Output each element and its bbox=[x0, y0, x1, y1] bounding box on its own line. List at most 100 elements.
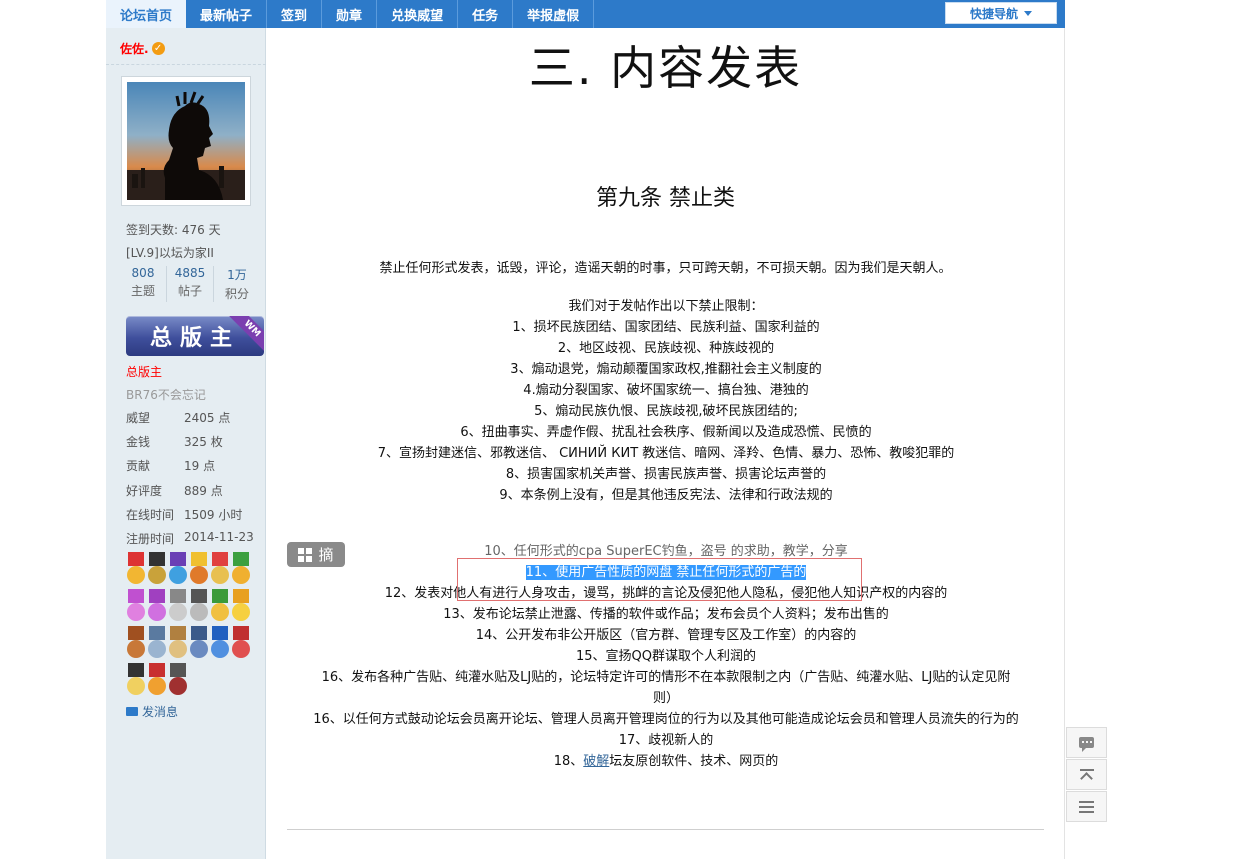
medal-icon[interactable] bbox=[210, 626, 230, 662]
stat-posts-value: 4885 bbox=[174, 266, 206, 280]
medal-icon[interactable] bbox=[126, 589, 146, 625]
rule-item: 15、宣扬QQ群谋取个人利润的 bbox=[575, 649, 756, 664]
stat-posts[interactable]: 4885 帖子 bbox=[167, 266, 214, 302]
rules-list: 我们对于发帖作出以下禁止限制： 1、损坏民族团结、国家团结、民族利益、国家利益的… bbox=[281, 296, 1051, 772]
excerpt-label: 摘 bbox=[318, 546, 334, 564]
list-icon bbox=[1079, 800, 1094, 813]
user-level[interactable]: [LV.9]以坛为家II bbox=[126, 244, 214, 261]
rule-item-suffix: 坛友原创软件、技术、网页的 bbox=[609, 754, 779, 769]
medal-icon[interactable] bbox=[147, 552, 167, 588]
prop-value: 1509 小时 bbox=[184, 508, 243, 522]
tab-forum-home[interactable]: 论坛首页 bbox=[106, 0, 187, 28]
prop-contribution: 贡献 19 点 bbox=[126, 457, 215, 474]
prop-value: 2014-11-23 bbox=[184, 530, 254, 544]
return-list-button[interactable] bbox=[1066, 791, 1107, 822]
medal-icon[interactable] bbox=[126, 552, 146, 588]
post-content: 三. 内容发表 第九条 禁止类 禁止任何形式发表，诋毁，评论，造谣天朝的时事，只… bbox=[267, 28, 1065, 859]
back-to-top-button[interactable] bbox=[1066, 759, 1107, 790]
medal-icon[interactable] bbox=[147, 589, 167, 625]
medal-icon[interactable] bbox=[231, 589, 251, 625]
send-message-link[interactable]: 发消息 bbox=[126, 703, 178, 720]
send-message-label: 发消息 bbox=[142, 705, 179, 719]
rule-item: 4.煽动分裂国家、破坏国家统一、搞台独、港独的 bbox=[523, 383, 809, 398]
prop-register-date: 注册时间 2014-11-23 bbox=[126, 530, 254, 547]
chat-icon bbox=[1079, 737, 1094, 752]
prop-prestige: 威望 2405 点 bbox=[126, 409, 230, 426]
stat-points-label: 积分 bbox=[224, 287, 249, 301]
medal-icon[interactable] bbox=[189, 552, 209, 588]
prop-label: 威望 bbox=[126, 411, 151, 425]
medal-icon[interactable] bbox=[168, 552, 188, 588]
tab-checkin[interactable]: 签到 bbox=[267, 0, 323, 28]
selection-outline bbox=[457, 558, 862, 601]
prop-label: 好评度 bbox=[126, 484, 163, 498]
prop-online-time: 在线时间 1509 小时 bbox=[126, 506, 242, 523]
rule-item: 7、宣扬封建迷信、邪教迷信、 СИНИЙ КИТ 教迷信、暗网、泽羚、色情、暴力… bbox=[377, 446, 955, 461]
rule-item: 2、地区歧视、民族歧视、种族歧视的 bbox=[557, 341, 775, 356]
user-sidebar: 佐佐. ✓ 签到天数: 476 天 [LV.9]以坛为家II 808 主题 48… bbox=[106, 28, 266, 859]
floating-toolbar bbox=[1066, 727, 1107, 822]
arrow-up-icon bbox=[1079, 768, 1094, 781]
divider bbox=[106, 64, 266, 65]
excerpt-button[interactable]: 摘 bbox=[287, 542, 345, 567]
user-stats: 808 主题 4885 帖子 1万 积分 bbox=[120, 266, 260, 302]
rule-item: 13、发布论坛禁止泄露、传播的软件或作品；发布会员个人资料；发布出售的 bbox=[443, 607, 889, 622]
crack-link[interactable]: 破解 bbox=[583, 754, 609, 769]
medal-icon[interactable] bbox=[147, 626, 167, 662]
prop-label: 在线时间 bbox=[126, 508, 175, 522]
stat-threads[interactable]: 808 主题 bbox=[120, 266, 167, 302]
stat-points[interactable]: 1万 积分 bbox=[214, 266, 260, 302]
tab-exchange-prestige[interactable]: 兑换威望 bbox=[377, 0, 459, 28]
rule-item: 16、发布各种广告贴、纯灌水贴及LJ贴的，论坛特定许可的情形不在本款限制之内（广… bbox=[321, 670, 1011, 685]
rule-item: 6、扭曲事实、弄虚作假、扰乱社会秩序、假新闻以及造成恐慌、民愤的 bbox=[460, 425, 872, 440]
prop-value: 19 点 bbox=[184, 459, 216, 473]
tab-report-fake[interactable]: 举报虚假 bbox=[513, 0, 595, 28]
prop-value: 325 枚 bbox=[184, 435, 223, 449]
moderator-badge-text: 总版主 bbox=[149, 326, 240, 351]
rule-item: 17、歧视新人的 bbox=[618, 733, 714, 748]
medal-icon[interactable] bbox=[147, 663, 167, 699]
stat-points-value: 1万 bbox=[227, 268, 247, 282]
medal-icon[interactable] bbox=[210, 589, 230, 625]
rule-item: 则） bbox=[652, 691, 679, 706]
reply-button[interactable] bbox=[1066, 727, 1107, 758]
medal-list bbox=[126, 552, 252, 699]
medal-icon[interactable] bbox=[210, 552, 230, 588]
medal-icon[interactable] bbox=[126, 626, 146, 662]
tab-tasks[interactable]: 任务 bbox=[458, 0, 514, 28]
stat-threads-label: 主题 bbox=[130, 284, 155, 298]
verified-icon: ✓ bbox=[151, 42, 165, 55]
tab-latest-posts[interactable]: 最新帖子 bbox=[186, 0, 268, 28]
post-intro: 禁止任何形式发表，诋毁，评论，造谣天朝的时事，只可跨天朝，不可损天朝。因为我们是… bbox=[379, 261, 952, 276]
stat-posts-label: 帖子 bbox=[177, 284, 202, 298]
mail-icon bbox=[126, 707, 138, 716]
stat-threads-value: 808 bbox=[131, 266, 155, 280]
medal-icon[interactable] bbox=[126, 663, 146, 699]
silhouette-icon bbox=[127, 91, 245, 200]
medal-icon[interactable] bbox=[189, 626, 209, 662]
post-section-title: 三. 内容发表 bbox=[528, 41, 803, 95]
medal-icon[interactable] bbox=[231, 552, 251, 588]
restrict-header: 我们对于发帖作出以下禁止限制： bbox=[568, 299, 764, 314]
medal-icon[interactable] bbox=[168, 626, 188, 662]
username-link[interactable]: 佐佐. bbox=[120, 40, 149, 57]
rule-item: 18、破解坛友原创软件、技术、网页的 bbox=[281, 751, 1051, 772]
prop-label: 贡献 bbox=[126, 459, 151, 473]
prop-value: 2405 点 bbox=[184, 411, 231, 425]
medal-icon[interactable] bbox=[168, 589, 188, 625]
user-group[interactable]: 总版主 bbox=[126, 363, 162, 380]
quick-nav-label: 快捷导航 bbox=[969, 6, 1018, 21]
checkin-days: 签到天数: 476 天 bbox=[126, 223, 221, 237]
custom-title: BR76不会忘记 bbox=[126, 388, 206, 402]
tab-medals[interactable]: 勋章 bbox=[322, 0, 378, 28]
rule-item-prefix: 18、 bbox=[553, 754, 584, 769]
qr-icon bbox=[298, 547, 313, 562]
rule-item: 14、公开发布非公开版区（官方群、管理专区及工作室）的内容的 bbox=[475, 628, 857, 643]
avatar[interactable] bbox=[121, 76, 251, 206]
quick-nav-button[interactable]: 快捷导航 bbox=[945, 2, 1057, 24]
medal-icon[interactable] bbox=[168, 663, 188, 699]
medal-icon[interactable] bbox=[231, 626, 251, 662]
medal-icon[interactable] bbox=[189, 589, 209, 625]
prop-value: 889 点 bbox=[184, 484, 223, 498]
